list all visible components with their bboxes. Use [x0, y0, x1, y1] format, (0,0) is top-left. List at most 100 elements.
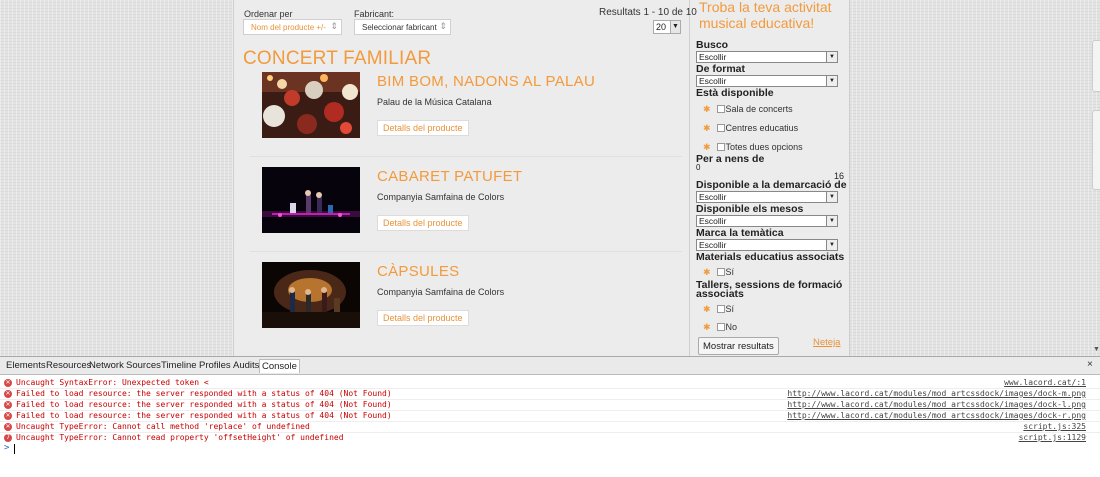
log-source-link[interactable]: http://www.lacord.cat/modules/mod_artcss… [787, 400, 1086, 409]
product-subtitle: Companyia Samfaina de Colors [377, 287, 505, 297]
tab-profiles[interactable]: Profiles [199, 360, 231, 371]
months-select[interactable]: Escollir ▼ [696, 215, 838, 227]
format-label: De format [696, 63, 746, 75]
checkbox[interactable] [716, 305, 725, 313]
option-label: Sí [725, 267, 735, 277]
demarcacio-label: Disponible a la demarcació de [696, 179, 847, 191]
tab-timeline[interactable]: Timeline [161, 360, 197, 371]
show-results-button[interactable]: Mostrar resultats [698, 337, 779, 355]
months-label: Disponible els mesos [696, 203, 804, 215]
available-option-totes[interactable]: ✱ Totes dues opcions [703, 142, 803, 153]
product-details-button[interactable]: Detalls del producte [377, 310, 469, 326]
log-source-link[interactable]: http://www.lacord.cat/modules/mod_artcss… [787, 389, 1086, 398]
results-count: Resultats 1 - 10 de 10 [599, 7, 697, 18]
option-label: Centres educatius [725, 123, 799, 133]
order-select-value: Nom del producte +/- [251, 23, 326, 32]
workshops-option-si[interactable]: ✱ Sí [703, 304, 734, 315]
web-page: Ordenar per Nom del producte +/- ⇕ Fabri… [0, 0, 1100, 356]
product-image-capsules[interactable] [262, 262, 360, 328]
console-log-line: 7 Uncaught TypeError: Cannot read proper… [0, 433, 1100, 444]
product-subtitle: Companyia Samfaina de Colors [377, 192, 505, 202]
order-select[interactable]: Nom del producte +/- ⇕ [243, 19, 342, 35]
order-label: Ordenar per [244, 9, 293, 19]
checkbox[interactable] [716, 143, 725, 151]
side-dock-tab[interactable] [1092, 40, 1100, 92]
checkbox[interactable] [716, 124, 725, 132]
log-message: Failed to load resource: the server resp… [16, 389, 392, 398]
chevron-updown-icon: ⇕ [439, 21, 447, 31]
error-icon: ✕ [4, 423, 12, 431]
product-image-cabaret[interactable] [262, 167, 360, 233]
age-min: 0 [696, 163, 701, 172]
product-title[interactable]: BIM BOM, NADONS AL PALAU [377, 73, 595, 90]
checkbox[interactable] [716, 268, 725, 276]
asterisk-icon: ✱ [703, 142, 711, 152]
tab-sources[interactable]: Sources [126, 360, 161, 371]
theme-select-value: Escollir [699, 240, 727, 250]
busco-select-value: Escollir [699, 52, 727, 62]
product-image-bimbom[interactable] [262, 72, 360, 138]
per-page-select[interactable]: 20 ▼ [653, 20, 681, 34]
log-message: Uncaught SyntaxError: Unexpected token < [16, 378, 209, 387]
format-select-value: Escollir [699, 76, 727, 86]
product-details-button[interactable]: Detalls del producte [377, 215, 469, 231]
product-title[interactable]: CABARET PATUFET [377, 168, 522, 185]
checkbox[interactable] [716, 105, 725, 113]
chevron-down-icon: ▼ [826, 240, 837, 250]
log-message: Uncaught TypeError: Cannot call method '… [16, 422, 310, 431]
console-input-caret[interactable] [14, 444, 15, 454]
format-select[interactable]: Escollir ▼ [696, 75, 838, 87]
log-source-link[interactable]: www.lacord.cat/:1 [1004, 378, 1086, 387]
option-label: Sala de concerts [725, 104, 793, 114]
product-details-button[interactable]: Detalls del producte [377, 120, 469, 136]
tab-elements[interactable]: Elements [6, 360, 46, 371]
theme-label: Marca la temàtica [696, 227, 784, 239]
option-label: No [725, 322, 738, 332]
error-icon: ✕ [4, 412, 12, 420]
tab-network[interactable]: Network [89, 360, 124, 371]
log-source-link[interactable]: script.js:1129 [1019, 433, 1086, 442]
option-label: Totes dues opcions [725, 142, 803, 152]
chevron-down-icon: ▼ [826, 216, 837, 226]
error-icon: ✕ [4, 390, 12, 398]
tab-console[interactable]: Console [259, 359, 300, 373]
tab-resources[interactable]: Resources [46, 360, 91, 371]
devtools-toolbar: Elements Resources Network Sources Timel… [0, 357, 1100, 375]
sidebar-title-line1: Troba la teva activitat [699, 0, 832, 15]
divider [250, 156, 682, 157]
log-message: Uncaught TypeError: Cannot read property… [16, 433, 344, 442]
asterisk-icon: ✱ [703, 304, 711, 314]
chevron-updown-icon: ⇕ [330, 21, 338, 31]
chevron-down-icon: ▼ [826, 76, 837, 86]
scroll-down-arrow-icon[interactable]: ▼ [1093, 346, 1100, 353]
maker-select[interactable]: Seleccionar fabricant ⇕ [354, 19, 451, 35]
log-source-link[interactable]: http://www.lacord.cat/modules/mod_artcss… [787, 411, 1086, 420]
busco-select[interactable]: Escollir ▼ [696, 51, 838, 63]
age-label: Per a nens de [696, 153, 765, 165]
asterisk-icon: ✱ [703, 123, 711, 133]
devtools-panel: Elements Resources Network Sources Timel… [0, 356, 1100, 477]
close-icon[interactable]: × [1087, 359, 1093, 370]
side-dock-tab[interactable] [1092, 110, 1100, 190]
materials-option-si[interactable]: ✱ Sí [703, 267, 734, 278]
log-source-link[interactable]: script.js:325 [1023, 422, 1086, 431]
maker-select-value: Seleccionar fabricant [362, 23, 437, 32]
available-label: Està disponible [696, 87, 774, 99]
maker-label: Fabricant: [354, 9, 395, 19]
product-subtitle: Palau de la Música Catalana [377, 97, 492, 107]
console-prompt-icon: > [4, 443, 10, 453]
checkbox[interactable] [716, 323, 725, 331]
error-icon: ✕ [4, 379, 12, 387]
available-option-centres[interactable]: ✱ Centres educatius [703, 123, 798, 134]
available-option-sala[interactable]: ✱ Sala de concerts [703, 104, 793, 115]
log-message: Failed to load resource: the server resp… [16, 400, 392, 409]
theme-select[interactable]: Escollir ▼ [696, 239, 838, 251]
clear-link[interactable]: Neteja [813, 337, 840, 348]
sidebar-title-line2: musical educativa! [699, 15, 815, 31]
materials-label: Materials educatius associats [696, 251, 845, 263]
tab-audits[interactable]: Audits [233, 360, 259, 371]
divider [250, 251, 682, 252]
product-title[interactable]: CÀPSULES [377, 263, 459, 280]
demarcacio-select[interactable]: Escollir ▼ [696, 191, 838, 203]
workshops-option-no[interactable]: ✱ No [703, 322, 737, 333]
